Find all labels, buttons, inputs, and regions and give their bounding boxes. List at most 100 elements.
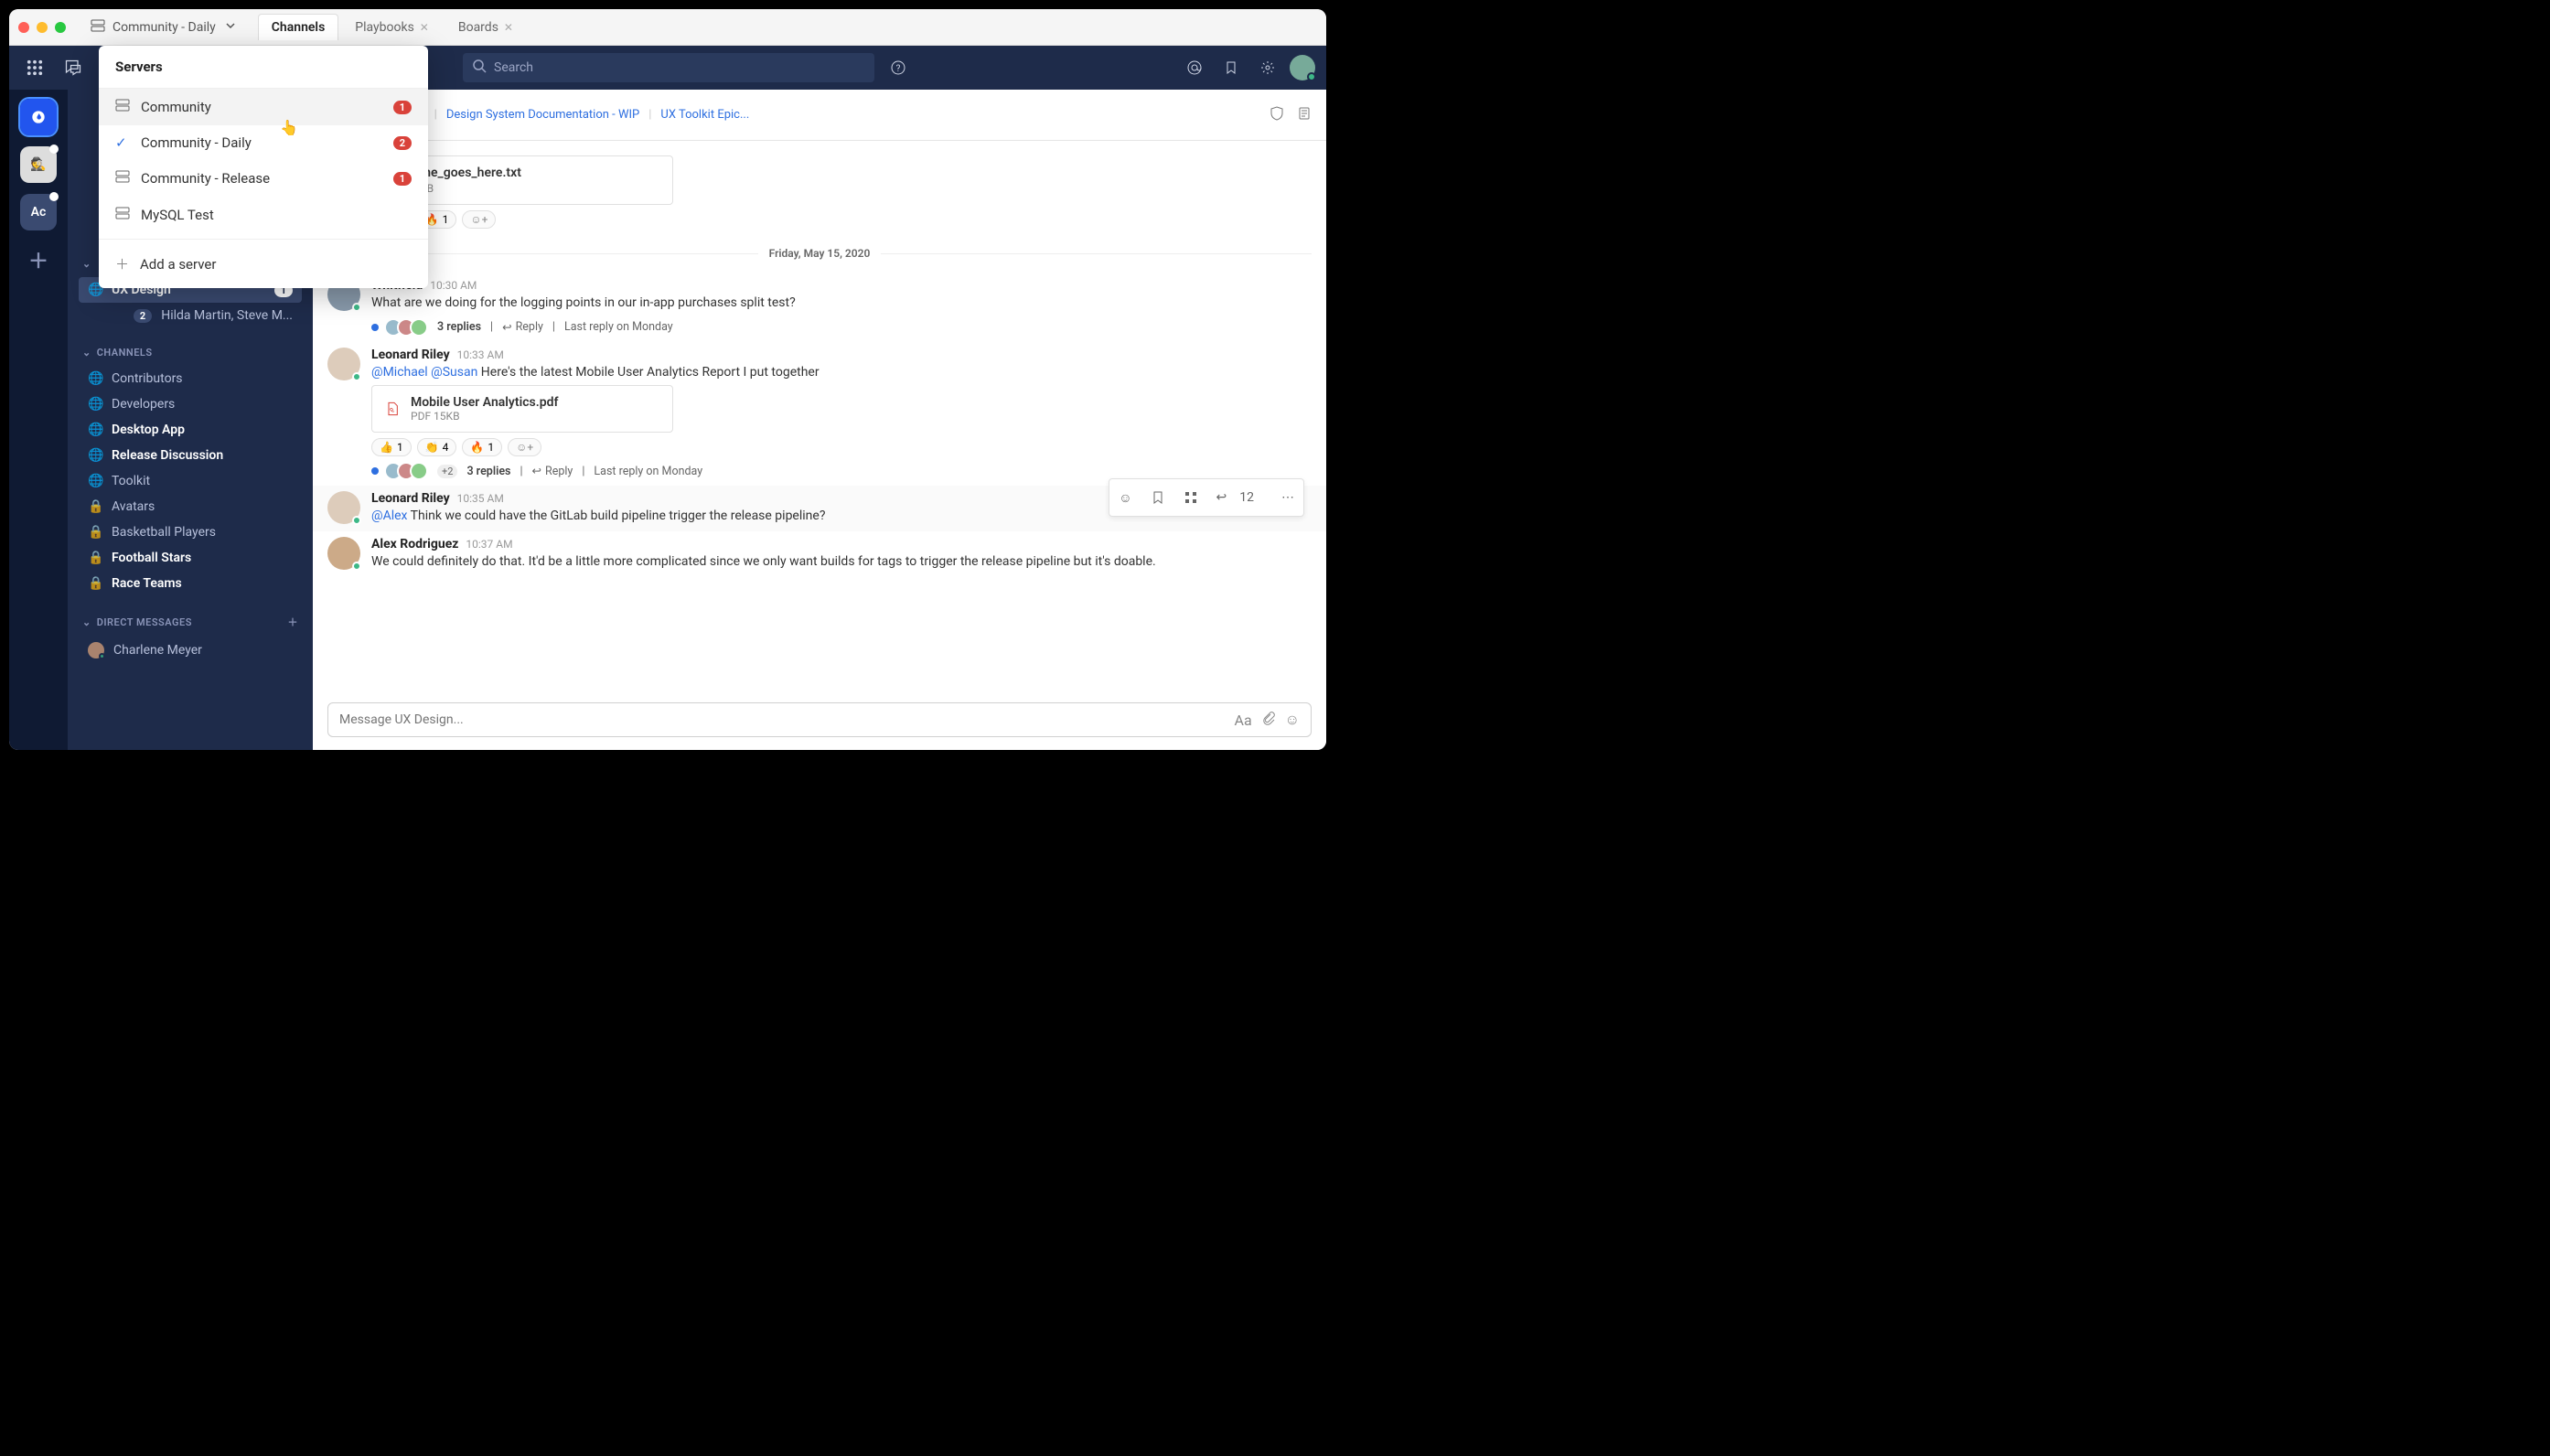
avatar[interactable] bbox=[327, 537, 360, 570]
server-icon bbox=[115, 98, 130, 116]
author-name[interactable]: Leonard Riley bbox=[371, 491, 450, 506]
message: Whitfield10:30 AM What are we doing for … bbox=[313, 273, 1326, 342]
sidebar-dm-charlene[interactable]: Charlene Meyer bbox=[79, 637, 302, 664]
message: Leonard Riley10:33 AM @Michael @Susan He… bbox=[313, 342, 1326, 487]
sidebar-item-football[interactable]: 🔒Football Stars bbox=[79, 545, 302, 571]
attach-button[interactable] bbox=[1261, 711, 1276, 729]
dropdown-item-community[interactable]: Community 1 bbox=[99, 89, 428, 125]
channels-header[interactable]: ⌄CHANNELS bbox=[79, 339, 302, 366]
author-name[interactable]: Leonard Riley bbox=[371, 348, 450, 362]
close-icon[interactable]: ✕ bbox=[504, 21, 513, 34]
tab-label: Channels bbox=[272, 20, 326, 35]
add-server-item[interactable]: ＋ Add a server bbox=[99, 245, 428, 283]
add-reaction-button[interactable]: ☺+ bbox=[508, 438, 541, 456]
gear-icon[interactable] bbox=[1253, 53, 1282, 82]
tab-label: Playbooks bbox=[355, 20, 414, 35]
help-icon[interactable]: ? bbox=[884, 53, 913, 82]
reaction[interactable]: 👏4 bbox=[417, 438, 457, 456]
channel-label: Developers bbox=[112, 397, 175, 412]
lock-icon: 🔒 bbox=[88, 576, 102, 591]
avatar[interactable] bbox=[327, 491, 360, 524]
threads-icon[interactable] bbox=[59, 53, 88, 82]
server-label: Ac bbox=[31, 205, 47, 219]
emoji-button[interactable]: ☺ bbox=[1285, 711, 1300, 729]
close-window-button[interactable] bbox=[18, 22, 29, 33]
message-composer[interactable]: Aa ☺ bbox=[327, 702, 1312, 737]
message-input[interactable] bbox=[339, 712, 1226, 727]
server-button-2[interactable]: 🕵️ bbox=[20, 146, 57, 183]
formatting-button[interactable]: Aa bbox=[1235, 712, 1252, 729]
reaction[interactable]: 🔥1 bbox=[462, 438, 502, 456]
minimize-window-button[interactable] bbox=[37, 22, 48, 33]
unread-indicator bbox=[49, 145, 59, 154]
user-avatar[interactable] bbox=[1290, 55, 1315, 80]
mentions-icon[interactable] bbox=[1180, 53, 1209, 82]
message-text: @Michael @Susan Here's the latest Mobile… bbox=[371, 364, 1312, 382]
mention[interactable]: @Alex bbox=[371, 509, 407, 523]
sidebar-item-race-teams[interactable]: 🔒Race Teams bbox=[79, 571, 302, 596]
server-button-ac[interactable]: Ac bbox=[20, 194, 57, 230]
tab-boards[interactable]: Boards ✕ bbox=[445, 14, 526, 40]
timestamp: 10:37 AM bbox=[466, 538, 512, 551]
file-attachment[interactable]: Mobile User Analytics.pdf PDF 15KB bbox=[371, 385, 673, 433]
tab-channels[interactable]: Channels bbox=[258, 14, 339, 40]
more-action[interactable]: ⋯ bbox=[1272, 479, 1303, 516]
dm-header[interactable]: ⌄DIRECT MESSAGES＋ bbox=[79, 607, 302, 637]
sidebar-item-group-dm[interactable]: 2 Hilda Martin, Steve M... bbox=[79, 303, 302, 328]
lock-icon: 🔒 bbox=[88, 499, 102, 514]
sidebar-item-contributors[interactable]: 🌐Contributors bbox=[79, 366, 302, 391]
mention[interactable]: @Michael @Susan bbox=[371, 365, 477, 380]
sidebar-item-release-discussion[interactable]: 🌐Release Discussion bbox=[79, 443, 302, 468]
window-controls bbox=[18, 22, 66, 33]
apps-icon[interactable] bbox=[20, 53, 49, 82]
reply-button[interactable]: ↩ Reply bbox=[502, 320, 543, 335]
add-server-button[interactable]: ＋ bbox=[20, 241, 57, 278]
dropdown-item-community-release[interactable]: Community - Release 1 bbox=[99, 160, 428, 197]
bookmark-icon[interactable] bbox=[1216, 53, 1246, 82]
search-input[interactable]: Search bbox=[463, 53, 874, 82]
message: Alex Rodriguez10:37 AM We could definite… bbox=[313, 531, 1326, 577]
header-link[interactable]: Design System Documentation - WIP bbox=[446, 108, 639, 122]
tabs: Channels Playbooks ✕ Boards ✕ bbox=[258, 14, 526, 40]
chevron-down-icon: ⌄ bbox=[82, 258, 91, 270]
status-online-icon bbox=[352, 562, 361, 571]
dropdown-item-mysql[interactable]: MySQL Test bbox=[99, 197, 428, 233]
sidebar-item-developers[interactable]: 🌐Developers bbox=[79, 391, 302, 417]
server-selector[interactable]: Community - Daily bbox=[80, 13, 249, 42]
thread-summary[interactable]: +2 3 replies | ↩ Reply | Last reply on M… bbox=[371, 462, 1312, 480]
emoji-action[interactable]: ☺ bbox=[1109, 479, 1141, 516]
bookmark-action[interactable] bbox=[1141, 479, 1174, 516]
avatar-icon bbox=[88, 642, 104, 658]
dropdown-item-label: Community - Release bbox=[141, 170, 270, 187]
sidebar-item-toolkit[interactable]: 🌐Toolkit bbox=[79, 468, 302, 494]
server-button-mattermost[interactable] bbox=[20, 99, 57, 135]
sidebar-item-basketball[interactable]: 🔒Basketball Players bbox=[79, 519, 302, 545]
reply-button[interactable]: ↩ Reply bbox=[532, 464, 573, 478]
last-reply: Last reply on Monday bbox=[594, 465, 702, 478]
search-placeholder: Search bbox=[494, 60, 533, 75]
apps-action[interactable] bbox=[1174, 479, 1207, 516]
tab-playbooks[interactable]: Playbooks ✕ bbox=[342, 14, 442, 40]
header-link[interactable]: UX Toolkit Epic... bbox=[660, 108, 749, 122]
thread-summary[interactable]: 3 replies | ↩ Reply | Last reply on Mond… bbox=[371, 318, 1312, 337]
add-dm-button[interactable]: ＋ bbox=[288, 615, 299, 629]
chevron-down-icon: ⌄ bbox=[82, 616, 91, 628]
add-reaction-button[interactable]: ☺+ bbox=[462, 210, 496, 229]
dropdown-item-label: Community bbox=[141, 99, 211, 115]
lock-icon: 🔒 bbox=[88, 525, 102, 540]
tab-label: Boards bbox=[458, 20, 498, 35]
reply-action[interactable]: ↩ 12 bbox=[1207, 479, 1272, 516]
author-name[interactable]: Alex Rodriguez bbox=[371, 537, 458, 551]
files-icon[interactable] bbox=[1297, 106, 1312, 124]
sidebar-item-desktop-app[interactable]: 🌐Desktop App bbox=[79, 417, 302, 443]
avatar[interactable] bbox=[327, 348, 360, 380]
close-icon[interactable]: ✕ bbox=[420, 21, 429, 34]
channel-label: Football Stars bbox=[112, 551, 191, 565]
cursor-icon: 👆 bbox=[280, 119, 298, 136]
dropdown-item-community-daily[interactable]: ✓ Community - Daily 2 bbox=[99, 125, 428, 160]
reaction[interactable]: 👍1 bbox=[371, 438, 412, 456]
incognito-icon: 🕵️ bbox=[30, 157, 46, 172]
sidebar-item-avatars[interactable]: 🔒Avatars bbox=[79, 494, 302, 519]
shield-icon[interactable] bbox=[1270, 106, 1284, 124]
maximize-window-button[interactable] bbox=[55, 22, 66, 33]
